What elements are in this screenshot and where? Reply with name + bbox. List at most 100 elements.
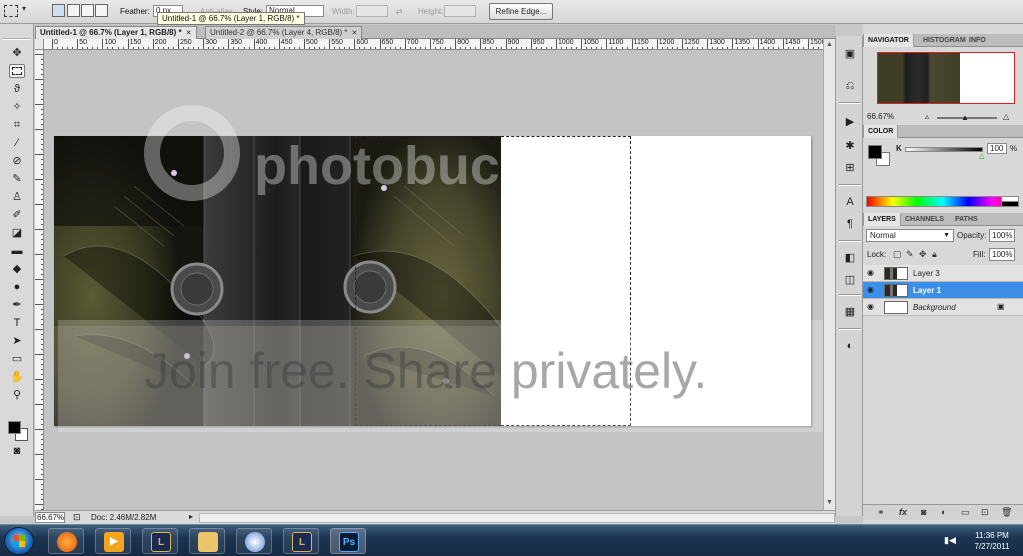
- tab-histogram[interactable]: HISTOGRAM: [919, 34, 970, 47]
- character-icon[interactable]: A: [842, 194, 858, 210]
- lock-transparent-icon[interactable]: ▢: [893, 249, 902, 260]
- delete-layer-icon[interactable]: 🗑︎: [1001, 507, 1012, 518]
- tab-info[interactable]: INFO: [965, 34, 990, 47]
- layer-style-icon[interactable]: fx: [899, 507, 907, 517]
- eyedropper-tool-icon[interactable]: ⁄: [9, 136, 25, 150]
- color-k-slider[interactable]: [905, 147, 983, 152]
- marquee-selection-extension[interactable]: [501, 136, 631, 426]
- blend-mode-select[interactable]: Normal ▼: [866, 229, 954, 242]
- opacity-field[interactable]: 100%: [989, 229, 1015, 242]
- tab-channels[interactable]: CHANNELS: [901, 213, 948, 226]
- tool-preset-chevron-icon[interactable]: ▾: [22, 4, 26, 13]
- blur-tool-icon[interactable]: ◆: [9, 262, 25, 276]
- visibility-eye-icon[interactable]: ◉: [867, 302, 874, 311]
- rectangle-shape-tool-icon[interactable]: ▭: [9, 352, 25, 366]
- subtract-from-selection-button[interactable]: [81, 4, 94, 17]
- status-info-icon[interactable]: ⊡: [73, 512, 81, 523]
- add-to-selection-button[interactable]: [67, 4, 80, 17]
- color-spectrum-ramp[interactable]: [866, 196, 1019, 207]
- clone-stamp-tool-icon[interactable]: ♙: [9, 190, 25, 204]
- taskbar-league-of-legends-2[interactable]: L: [283, 528, 319, 554]
- swap-dimensions-icon[interactable]: ⇄: [396, 7, 403, 16]
- healing-brush-tool-icon[interactable]: ⊘: [9, 154, 25, 168]
- taskbar-game-client[interactable]: [236, 528, 272, 554]
- add-mask-icon[interactable]: ◙: [921, 507, 926, 517]
- eraser-tool-icon[interactable]: ◪: [9, 226, 25, 240]
- tab-navigator[interactable]: NAVIGATOR: [863, 34, 914, 47]
- type-tool-icon[interactable]: T: [9, 316, 25, 330]
- path-selection-tool-icon[interactable]: ➤: [9, 334, 25, 348]
- move-tool-icon[interactable]: ✥: [9, 46, 25, 60]
- zoom-out-icon[interactable]: ▵: [925, 112, 929, 121]
- new-selection-button[interactable]: [52, 4, 65, 17]
- color-bw-ramp[interactable]: [1001, 196, 1019, 207]
- document-canvas[interactable]: [54, 136, 811, 426]
- swatches-icon[interactable]: ▦: [842, 304, 858, 320]
- vertical-ruler[interactable]: [35, 50, 44, 510]
- gradient-tool-icon[interactable]: ▬: [9, 244, 25, 258]
- layer-name[interactable]: Background: [913, 303, 956, 312]
- tab-paths[interactable]: PATHS: [951, 213, 982, 226]
- horizontal-ruler[interactable]: 0 50 100 150 200 250 300 350 400 450 500 550 600 650 7…: [44, 39, 823, 50]
- marquee-selection[interactable]: [355, 136, 501, 426]
- taskbar-firefox[interactable]: [48, 528, 84, 554]
- tab-untitled-1[interactable]: Untitled-1 @ 66.7% (Layer 1, RGB/8) * ✕: [35, 26, 197, 39]
- zoom-tool-icon[interactable]: ⚲: [9, 388, 25, 402]
- tab-color[interactable]: COLOR: [863, 125, 899, 138]
- lock-image-icon[interactable]: ✎: [906, 249, 914, 260]
- taskbar-media-player[interactable]: ▶: [95, 528, 131, 554]
- taskbar-league-of-legends[interactable]: L: [142, 528, 178, 554]
- foreground-color-swatch[interactable]: [8, 421, 21, 434]
- height-field[interactable]: [444, 5, 476, 17]
- paragraph-icon[interactable]: ¶: [842, 216, 858, 232]
- styles-icon[interactable]: ◐: [842, 338, 858, 354]
- network-tray-icon[interactable]: ▮◀: [944, 535, 956, 546]
- adjustment-layer-icon[interactable]: ◐: [941, 507, 946, 517]
- layer-name[interactable]: Layer 3: [913, 269, 940, 278]
- layer-name[interactable]: Layer 1: [913, 286, 941, 295]
- vertical-scrollbar[interactable]: ▲ ▼: [823, 39, 835, 510]
- dodge-tool-icon[interactable]: ●: [9, 280, 25, 294]
- color-foreground-swatch[interactable]: [868, 145, 882, 159]
- refine-edge-button[interactable]: Refine Edge...: [489, 3, 553, 20]
- lock-position-icon[interactable]: ✥: [919, 249, 927, 260]
- foreground-background-swatch[interactable]: [6, 418, 30, 442]
- hand-tool-icon[interactable]: ✋: [9, 370, 25, 384]
- mini-bridge-icon[interactable]: ▣: [842, 46, 858, 62]
- crop-tool-icon[interactable]: ⌗: [9, 118, 25, 132]
- lasso-tool-icon[interactable]: ϑ: [9, 82, 25, 96]
- navigator-zoom-value[interactable]: 66.67%: [867, 112, 894, 121]
- quick-mask-icon[interactable]: ◙: [9, 444, 25, 458]
- brush-tool-icon[interactable]: ✎: [9, 172, 25, 186]
- link-layers-icon[interactable]: ⚭: [877, 507, 885, 518]
- rectangular-marquee-icon[interactable]: [4, 5, 18, 17]
- taskbar-file-explorer[interactable]: [189, 528, 225, 554]
- clone-source-icon[interactable]: ⊞: [842, 160, 858, 176]
- width-field[interactable]: [356, 5, 388, 17]
- pen-tool-icon[interactable]: ✒: [9, 298, 25, 312]
- visibility-eye-icon[interactable]: ◉: [867, 268, 874, 277]
- actions-icon[interactable]: ▶: [842, 114, 858, 130]
- zoom-field[interactable]: 66.67%: [35, 512, 65, 523]
- intersect-selection-button[interactable]: [95, 4, 108, 17]
- new-layer-icon[interactable]: ⊡: [981, 507, 989, 518]
- lock-all-icon[interactable]: 🔒︎: [932, 249, 937, 260]
- fill-field[interactable]: 100%: [989, 248, 1015, 261]
- layer-row-layer-3[interactable]: ◉ Layer 3: [863, 265, 1023, 282]
- history-icon[interactable]: ⎌: [842, 78, 858, 94]
- color-k-value[interactable]: 100: [987, 143, 1007, 154]
- tab-untitled-2[interactable]: Untitled-2 @ 66.7% (Layer 4, RGB/8) * ✕: [205, 26, 363, 39]
- quick-selection-tool-icon[interactable]: ✧: [9, 100, 25, 114]
- navigator-slider-knob[interactable]: ▲: [961, 113, 969, 122]
- masks-icon[interactable]: ◫: [842, 272, 858, 288]
- scroll-down-arrow-icon[interactable]: ▼: [826, 499, 833, 506]
- layer-row-background[interactable]: ◉ Background ▣: [863, 299, 1023, 316]
- system-clock[interactable]: 11:36 PM 7/27/2011: [968, 530, 1016, 552]
- canvas-work-area[interactable]: photobucket Join free. Share privately.: [44, 50, 823, 510]
- status-menu-arrow-icon[interactable]: ▸: [189, 512, 193, 521]
- zoom-in-icon[interactable]: △: [1003, 112, 1009, 121]
- horizontal-scrollbar[interactable]: [199, 513, 835, 523]
- marquee-tool-icon[interactable]: [9, 64, 25, 78]
- tab-layers[interactable]: LAYERS: [863, 213, 901, 226]
- start-button[interactable]: [4, 527, 34, 555]
